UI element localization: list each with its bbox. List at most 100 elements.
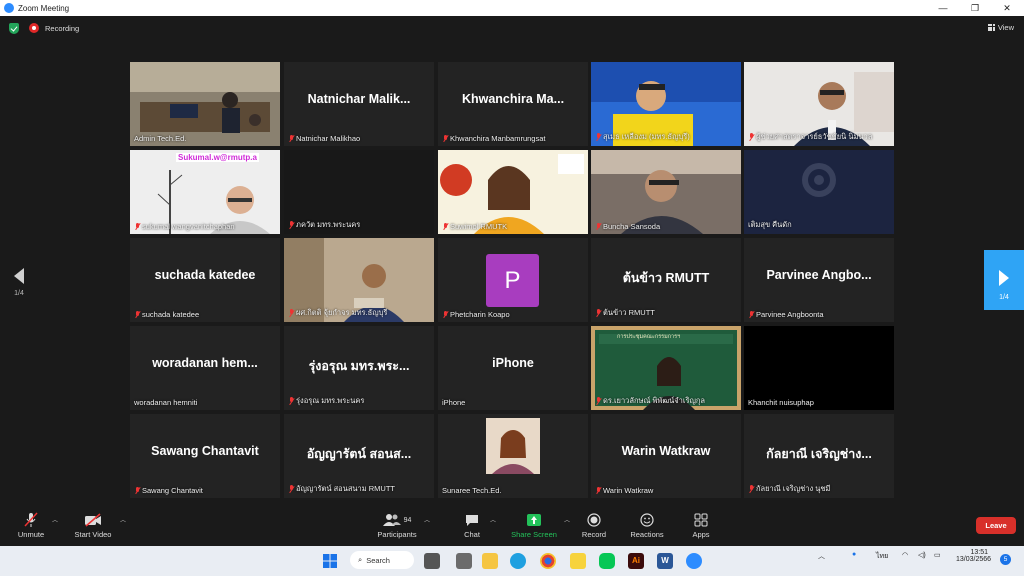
- sticky-notes-icon[interactable]: [570, 553, 586, 569]
- taskbar-search[interactable]: ⌕ Search: [350, 551, 414, 569]
- mic-muted-icon: [748, 133, 754, 141]
- chrome-icon[interactable]: [540, 553, 556, 569]
- participants-count: 94: [403, 516, 412, 524]
- close-button[interactable]: ✕: [992, 0, 1022, 16]
- mic-muted-icon: [288, 221, 294, 229]
- participant-name-label: กัลยาณี เจริญช่าง นุชมี: [748, 483, 830, 495]
- file-explorer-icon[interactable]: [482, 553, 498, 569]
- mic-muted-icon: [14, 512, 48, 528]
- unmute-button[interactable]: Unmute ︿: [14, 512, 58, 539]
- clock-time: 13:51: [970, 549, 988, 556]
- view-button[interactable]: View: [987, 23, 1014, 32]
- mic-muted-icon: [134, 486, 140, 495]
- participant-tile[interactable]: Sawang Chantavit Sawang Chantavit: [130, 414, 280, 498]
- participant-tile[interactable]: การประชุมคณะกรรมการฯ ดร.เยาวลักษณ์ พิพัฒน…: [591, 326, 741, 410]
- participant-tile[interactable]: Warin Watkraw Warin Watkraw: [591, 414, 741, 498]
- participant-display-name: รุ่งอรุณ มทร.พระ...: [308, 359, 410, 373]
- windows-taskbar: ⌕ Search Ai W ︿ ● ไทย ◠ ◁) ▭ 13:51 13/03…: [0, 546, 1024, 576]
- record-icon: [578, 512, 610, 528]
- mic-muted-icon: [442, 310, 448, 319]
- leave-button[interactable]: Leave: [976, 517, 1016, 534]
- participant-tile[interactable]: P Phetcharin Koapo: [438, 238, 588, 322]
- participant-name-text: Admin Tech.Ed.: [134, 134, 187, 143]
- chevron-up-icon[interactable]: ︿: [120, 515, 126, 524]
- participant-tile[interactable]: iPhone iPhone: [438, 326, 588, 410]
- apps-button[interactable]: Apps: [688, 512, 714, 539]
- grid-view-icon: [987, 24, 995, 31]
- reactions-button[interactable]: Reactions: [628, 512, 666, 539]
- participant-name-label: ดร.เยาวลักษณ์ พิพัฒน์จำเริญกุล: [595, 395, 705, 407]
- mic-muted-icon: [595, 133, 601, 141]
- share-screen-button[interactable]: Share Screen ︿: [508, 512, 570, 539]
- notification-badge[interactable]: 5: [1000, 554, 1011, 565]
- participant-tile[interactable]: Buncha Sansoda: [591, 150, 741, 234]
- participant-tile[interactable]: woradanan hem... woradanan hemniti: [130, 326, 280, 410]
- word-icon[interactable]: W: [657, 553, 673, 569]
- participant-tile[interactable]: Khwanchira Ma... Khwanchira Manbamrungsat: [438, 62, 588, 146]
- chevron-up-icon[interactable]: ︿: [818, 551, 825, 561]
- task-view-icon[interactable]: [424, 553, 440, 569]
- participant-tile[interactable]: รุ่งอรุณ มทร.พระ... รุ่งอรุณ มทร.พระนคร: [284, 326, 434, 410]
- participant-name-text: Suwimol RMUTK: [450, 222, 508, 231]
- participant-tile[interactable]: ต้นข้าว RMUTT ต้นข้าว RMUTT: [591, 238, 741, 322]
- participant-name-text: Sawang Chantavit: [142, 486, 203, 495]
- participant-tile[interactable]: Khanchit nuisuphap: [744, 326, 894, 410]
- participant-tile[interactable]: Parvinee Angbo... Parvinee Angboonta: [744, 238, 894, 322]
- participant-tile[interactable]: Sunaree Tech.Ed.: [438, 414, 588, 498]
- participant-name-text: Khwanchira Manbamrungsat: [450, 134, 546, 143]
- zoom-taskbar-icon[interactable]: [686, 553, 702, 569]
- battery-icon[interactable]: ▭: [934, 551, 941, 559]
- participant-tile[interactable]: Natnichar Malik... Natnichar Malikhao: [284, 62, 434, 146]
- participant-name-text: ภควัต มทร.พระนคร: [296, 220, 361, 229]
- illustrator-icon[interactable]: Ai: [628, 553, 644, 569]
- widgets-icon[interactable]: [456, 553, 472, 569]
- mic-muted-icon: [288, 134, 294, 143]
- participants-button[interactable]: 94 Participants ︿: [374, 512, 430, 539]
- minimize-button[interactable]: —: [928, 0, 958, 16]
- mic-muted-icon: [134, 222, 140, 231]
- unmute-label: Unmute: [17, 530, 45, 539]
- participant-tile[interactable]: Sukumal.w@rmutp.a sukumal wangvanitchapha…: [130, 150, 280, 234]
- microphone-icon[interactable]: ●: [852, 551, 856, 558]
- chevron-up-icon[interactable]: ︿: [424, 515, 430, 524]
- participant-tile[interactable]: suchada katedee suchada katedee: [130, 238, 280, 322]
- recording-icon[interactable]: [29, 23, 39, 33]
- windows-start-icon[interactable]: [322, 553, 338, 569]
- clock[interactable]: 13:51 13/03/2566: [956, 549, 991, 563]
- mic-muted-icon: [288, 397, 294, 405]
- chat-icon: [458, 512, 486, 528]
- participant-name-label: Parvinee Angboonta: [748, 310, 824, 319]
- wifi-icon[interactable]: ◠: [902, 551, 908, 559]
- participant-name-label: ผศ.กิตติ จุ้ยกำจร มทร.ธัญบุรี: [288, 307, 387, 319]
- mic-muted-icon: [748, 310, 754, 319]
- apps-label: Apps: [692, 530, 710, 539]
- language-indicator[interactable]: ไทย: [876, 551, 888, 562]
- start-video-button[interactable]: Start Video ︿: [70, 512, 126, 539]
- chevron-up-icon[interactable]: ︿: [52, 515, 58, 524]
- participant-tile[interactable]: เติมสุข คืนดัก: [744, 150, 894, 234]
- chevron-up-icon[interactable]: ︿: [564, 515, 570, 524]
- participant-tile[interactable]: กัลยาณี เจริญช่าง... กัลยาณี เจริญช่าง นุ…: [744, 414, 894, 498]
- participant-name-label: สุเมธ เหลืองม (มทร.ธัญบุรี): [595, 131, 690, 143]
- prev-page-button[interactable]: 1/4: [10, 268, 28, 297]
- chevron-up-icon[interactable]: ︿: [490, 515, 496, 524]
- chat-label: Chat: [464, 530, 480, 539]
- apps-icon: [688, 512, 714, 528]
- security-shield-icon[interactable]: [9, 23, 19, 34]
- participant-tile[interactable]: อัญญารัตน์ สอนส... อัญญารัตน์ สอนสนาม RMU…: [284, 414, 434, 498]
- record-button[interactable]: Record: [578, 512, 610, 539]
- chat-button[interactable]: Chat ︿: [458, 512, 496, 539]
- participant-tile[interactable]: ผู้ช่วยศาสตราจารย์ธวัชชัยนิ นิ่มนวล: [744, 62, 894, 146]
- volume-icon[interactable]: ◁): [918, 551, 926, 559]
- line-app-icon[interactable]: [599, 553, 615, 569]
- participant-name-label: Khwanchira Manbamrungsat: [442, 134, 545, 143]
- participant-tile[interactable]: ผศ.กิตติ จุ้ยกำจร มทร.ธัญบุรี: [284, 238, 434, 322]
- participant-tile[interactable]: สุเมธ เหลืองม (มทร.ธัญบุรี): [591, 62, 741, 146]
- next-page-button[interactable]: 1/4: [984, 250, 1024, 310]
- participant-name-text: iPhone: [442, 398, 466, 407]
- participant-tile[interactable]: Suwimol RMUTK: [438, 150, 588, 234]
- edge-icon[interactable]: [510, 553, 526, 569]
- participant-tile[interactable]: ภควัต มทร.พระนคร: [284, 150, 434, 234]
- participant-tile[interactable]: Admin Tech.Ed.: [130, 62, 280, 146]
- maximize-button[interactable]: ❐: [960, 0, 990, 16]
